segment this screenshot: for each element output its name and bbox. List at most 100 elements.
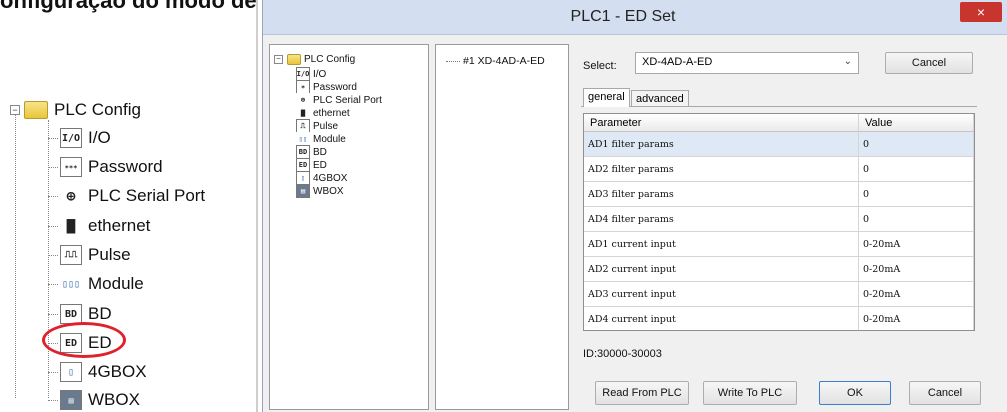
table-row[interactable]: AD1 filter params 0: [584, 131, 974, 157]
divider: [256, 0, 258, 412]
column-header-parameter[interactable]: Parameter: [584, 114, 859, 132]
table-row[interactable]: AD2 filter params 0: [584, 156, 974, 182]
select-label: Select:: [583, 60, 617, 72]
tree-item-label: WBOX: [88, 390, 140, 409]
small-tree-label: Password: [313, 81, 357, 93]
wbox-icon: ▤: [60, 390, 82, 410]
select-value: XD-4AD-A-ED: [642, 56, 713, 68]
tree-guide-line: [48, 120, 49, 398]
small-tree-item-module[interactable]: ▯▯ Module: [296, 132, 346, 146]
tree-item-ethernet[interactable]: ▇ ethernet: [48, 214, 151, 238]
io-icon: I/O: [296, 67, 310, 81]
ethernet-icon: ▇: [60, 216, 82, 236]
ethernet-icon: ▇: [296, 106, 310, 120]
tree-item-label: ethernet: [88, 216, 151, 235]
small-tree-root[interactable]: − PLC Config: [274, 53, 355, 65]
small-tree-label: Module: [313, 133, 346, 145]
tree-guide-line: [15, 108, 16, 398]
device-list-panel: #1 XD-4AD-A-ED: [435, 44, 569, 410]
small-tree-item-ethernet[interactable]: ▇ ethernet: [296, 106, 350, 120]
value-cell[interactable]: 0: [858, 131, 974, 157]
password-icon: ∗∗∗: [60, 157, 82, 177]
cancel-button[interactable]: Cancel: [909, 381, 981, 405]
write-to-plc-button[interactable]: Write To PLC: [703, 381, 797, 405]
param-cell: AD2 current input: [584, 256, 859, 282]
value-cell[interactable]: 0-20mA: [858, 281, 974, 307]
dialog-title: PLC1 - ED Set: [570, 8, 676, 25]
tree-item-4gbox[interactable]: ▯ 4GBOX: [48, 360, 147, 384]
small-tree-root-label: PLC Config: [304, 53, 356, 65]
small-tree-label: PLC Serial Port: [313, 94, 382, 106]
id-range-label: ID:30000-30003: [583, 348, 662, 360]
close-button[interactable]: ×: [960, 2, 1002, 22]
tree-item-label: Password: [88, 157, 163, 176]
value-cell[interactable]: 0: [858, 181, 974, 207]
small-tree-item-plc-serial-port[interactable]: ⊕ PLC Serial Port: [296, 93, 382, 107]
config-tree-panel: − PLC Config I/O I/O ∗ Password ⊕ PLC Seria…: [269, 44, 429, 410]
column-header-value[interactable]: Value: [858, 114, 974, 132]
small-tree-item-password[interactable]: ∗ Password: [296, 80, 357, 94]
value-cell[interactable]: 0: [858, 206, 974, 232]
io-icon: I/O: [60, 128, 82, 148]
device-item-label: #1 XD-4AD-A-ED: [463, 55, 545, 67]
bd-icon: BD: [296, 145, 310, 159]
password-icon: ∗: [296, 80, 310, 94]
large-config-tree: − PLC Config I/O I/O ∗∗∗ Password ⊕ PLC …: [0, 0, 258, 412]
value-cell[interactable]: 0-20mA: [858, 306, 974, 330]
module-icon: ▯▯: [296, 132, 310, 146]
tree-item-io[interactable]: I/O I/O: [48, 126, 111, 150]
collapse-icon[interactable]: −: [10, 105, 20, 115]
tree-item-module[interactable]: ▯▯▯ Module: [48, 272, 144, 296]
ed-icon: ED: [296, 158, 310, 172]
tree-item-plc-serial-port[interactable]: ⊕ PLC Serial Port: [48, 184, 206, 208]
small-tree-label: ethernet: [313, 107, 350, 119]
cancel-top-button[interactable]: Cancel: [885, 52, 973, 74]
tree-item-label: Pulse: [88, 245, 131, 264]
tree-item-pulse[interactable]: ⎍⎍ Pulse: [48, 243, 131, 267]
dialog-titlebar: PLC1 - ED Set ×: [263, 0, 1007, 35]
ok-button[interactable]: OK: [819, 381, 891, 405]
param-cell: AD4 filter params: [584, 206, 859, 232]
table-row[interactable]: AD1 current input 0-20mA: [584, 231, 974, 257]
table-row[interactable]: AD4 filter params 0: [584, 206, 974, 232]
small-tree-label: 4GBOX: [313, 172, 348, 184]
small-tree-label: Pulse: [313, 120, 339, 132]
table-row[interactable]: AD3 current input 0-20mA: [584, 281, 974, 307]
small-tree-item-ed[interactable]: ED ED: [296, 158, 327, 172]
small-tree-item-bd[interactable]: BD BD: [296, 145, 327, 159]
4gbox-icon: ▯: [296, 171, 310, 185]
tree-root-plc-config[interactable]: − PLC Config: [10, 98, 141, 122]
wbox-icon: ▤: [296, 184, 310, 198]
table-row[interactable]: AD2 current input 0-20mA: [584, 256, 974, 282]
value-cell[interactable]: 0-20mA: [858, 231, 974, 257]
param-cell: AD2 filter params: [584, 156, 859, 182]
tree-item-label: Module: [88, 274, 144, 293]
tab-general[interactable]: general: [583, 88, 630, 107]
tree-item-label: PLC Serial Port: [88, 186, 206, 205]
param-cell: AD3 current input: [584, 281, 859, 307]
tree-item-label: BD: [88, 304, 112, 323]
table-row[interactable]: AD3 filter params 0: [584, 181, 974, 207]
table-row[interactable]: AD4 current input 0-20mA: [584, 306, 974, 330]
param-cell: AD1 current input: [584, 231, 859, 257]
value-cell[interactable]: 0: [858, 156, 974, 182]
param-cell: AD4 current input: [584, 306, 859, 330]
tree-root-label: PLC Config: [54, 100, 141, 119]
tree-item-wbox[interactable]: ▤ WBOX: [48, 388, 140, 412]
ed-set-dialog: PLC1 - ED Set × − PLC Config I/O I/O ∗ Pas…: [262, 0, 1007, 412]
chevron-down-icon: ⌄: [843, 56, 852, 67]
device-list-item[interactable]: #1 XD-4AD-A-ED: [446, 55, 545, 67]
tree-item-label: I/O: [88, 128, 111, 147]
value-cell[interactable]: 0-20mA: [858, 256, 974, 282]
small-tree-item-4gbox[interactable]: ▯ 4GBOX: [296, 171, 348, 185]
bd-icon: BD: [60, 304, 82, 324]
small-tree-item-wbox[interactable]: ▤ WBOX: [296, 184, 344, 198]
tab-advanced[interactable]: advanced: [631, 90, 689, 107]
module-select[interactable]: XD-4AD-A-ED ⌄: [635, 52, 859, 74]
read-from-plc-button[interactable]: Read From PLC: [595, 381, 689, 405]
collapse-icon[interactable]: −: [274, 54, 283, 64]
tree-item-password[interactable]: ∗∗∗ Password: [48, 155, 163, 179]
small-tree-item-io[interactable]: I/O I/O: [296, 67, 326, 81]
pulse-icon: ⎍: [296, 119, 310, 133]
small-tree-item-pulse[interactable]: ⎍ Pulse: [296, 119, 339, 133]
